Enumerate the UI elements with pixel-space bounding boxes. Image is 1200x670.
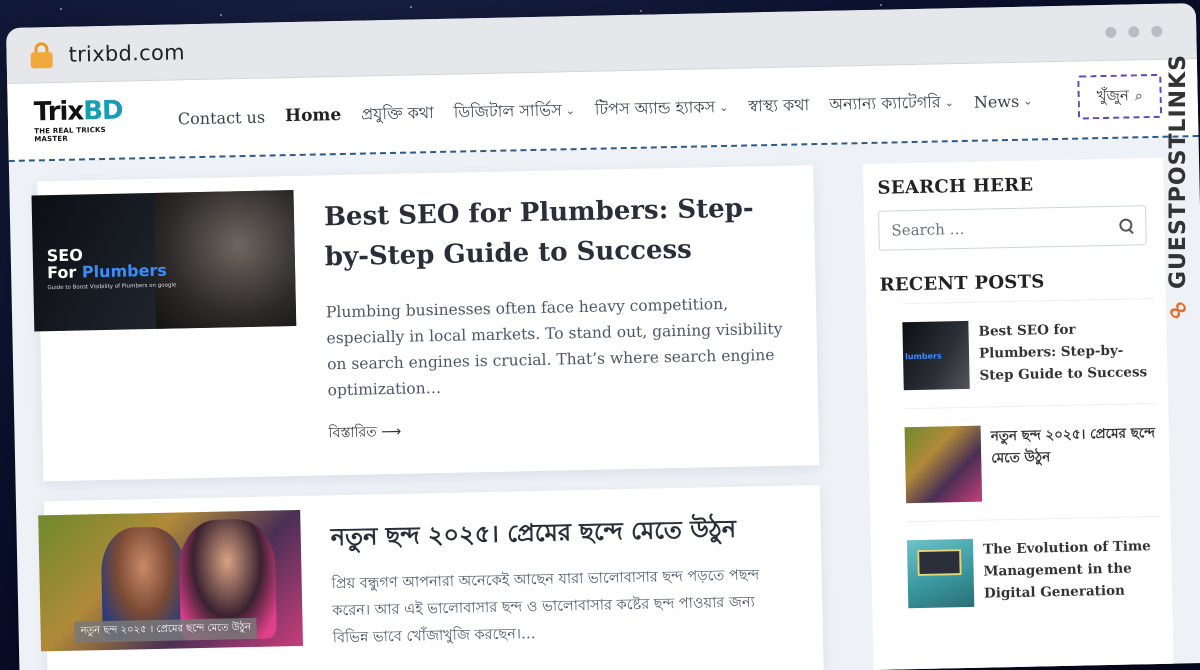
link-icon: ∞: [1159, 291, 1197, 329]
nav-item-technology[interactable]: প্রযুক্তি কথা: [361, 100, 434, 129]
nav-label: টিপস অ্যান্ড হ্যাকস: [594, 96, 716, 119]
recent-post-title[interactable]: Best SEO for Plumbers: Step-by-Step Guid…: [978, 317, 1155, 389]
watermark-text: GUESTPOSTLINKS: [1165, 54, 1191, 289]
star: [60, 8, 62, 10]
post-title[interactable]: Best SEO for Plumbers: Step-by-Step Guid…: [324, 188, 786, 278]
read-more-link[interactable]: বিস্তারিত ⟶: [328, 420, 401, 446]
arrow-right-icon: ⟶: [380, 423, 402, 441]
post-title[interactable]: নতুন ছন্দ ২০২৫। প্রেমের ছন্দে মেতে উঠুন: [330, 508, 791, 558]
nav-label: Home: [284, 105, 342, 127]
thumbnail-headline: SEO For Plumbers: [46, 245, 168, 283]
recent-post-thumbnail[interactable]: [906, 538, 975, 609]
thumbnail-photo: [153, 190, 297, 329]
thumbnail-caption: নতুন ছন্দ ২০২৫ । প্রেমের ছন্দে মেতে উঠুন: [74, 617, 258, 643]
sidebar-search-title: SEARCH HERE: [877, 174, 1034, 199]
nav-label: প্রযুক্তি কথা: [361, 102, 434, 124]
site-logo[interactable]: TrixBD THE REAL TRICKS MASTER: [33, 95, 131, 144]
recent-posts-list: lumbers Best SEO for Plumbers: Step-by-S…: [866, 298, 1173, 627]
chevron-down-icon: ⌄: [565, 103, 576, 117]
recent-post-item[interactable]: The Evolution of Time Management in the …: [906, 515, 1161, 627]
recent-posts-title: RECENT POSTS: [879, 271, 1045, 296]
thumbnail-text: lumbers: [904, 351, 942, 362]
window-dot[interactable]: [1151, 25, 1163, 38]
nav-item-health[interactable]: স্বাস্থ্য কথা: [748, 92, 809, 120]
nav-label: স্বাস্থ্য কথা: [748, 94, 810, 115]
search-button-label: খুঁজুন: [1096, 86, 1130, 105]
sidebar-search-input[interactable]: Search …: [878, 205, 1147, 251]
window-dot[interactable]: [1105, 26, 1117, 38]
url-text[interactable]: trixbd.com: [68, 40, 185, 66]
recent-post-thumbnail[interactable]: [904, 425, 983, 504]
chevron-down-icon: ⌄: [1023, 94, 1033, 108]
chevron-down-icon: ⌄: [944, 95, 954, 109]
recent-post-item[interactable]: নতুন ছন্দ ২০২৫। প্রেমের ছন্দে মেতে উঠুন: [904, 402, 1159, 522]
nav-label: অন্যান্য ক্যাটেগরি: [828, 91, 941, 114]
main-nav: Contact us Home প্রযুক্তি কথা ডিজিটাল সা…: [178, 87, 1033, 132]
nav-item-home[interactable]: Home: [285, 105, 342, 126]
post-thumbnail[interactable]: SEO For Plumbers Guide to Boost Visibilit…: [31, 190, 297, 332]
logo-main-text: Trix: [33, 96, 84, 128]
window-controls: [1105, 25, 1163, 38]
post-excerpt: প্রিয় বন্ধুগণ আপনারা অনেকেই আছেন যারা ভ…: [331, 567, 760, 647]
header-search-button[interactable]: খুঁজুন ⌕: [1077, 73, 1163, 120]
star: [220, 14, 222, 16]
nav-item-contact[interactable]: Contact us: [178, 107, 266, 128]
nav-item-news[interactable]: News ⌄: [974, 91, 1033, 111]
logo-tagline: THE REAL TRICKS MASTER: [34, 125, 106, 144]
star: [640, 10, 642, 12]
star: [880, 4, 882, 6]
nav-label: Contact us: [177, 107, 266, 128]
nav-item-other-categories[interactable]: অন্যান্য ক্যাটেগরি ⌄: [829, 89, 954, 119]
nav-label: ডিজিটাল সার্ভিস: [453, 99, 562, 122]
nav-label: News: [973, 91, 1020, 112]
post-thumbnail[interactable]: নতুন ছন্দ ২০২৫ । প্রেমের ছন্দে মেতে উঠুন: [38, 509, 304, 652]
search-icon: ⌕: [1134, 88, 1143, 105]
post-card: নতুন ছন্দ ২০২৫ । প্রেমের ছন্দে মেতে উঠুন…: [38, 485, 824, 670]
nav-item-tips-hacks[interactable]: টিপস অ্যান্ড হ্যাকস ⌄: [595, 93, 729, 123]
main-content: SEO For Plumbers Guide to Boost Visibilit…: [9, 137, 1200, 670]
recent-post-item[interactable]: lumbers Best SEO for Plumbers: Step-by-S…: [901, 298, 1157, 409]
recent-post-title[interactable]: নতুন ছন্দ ২০২৫। প্রেমের ছন্দে মেতে উঠুন: [991, 422, 1159, 501]
logo-accent-text: BD: [82, 95, 123, 127]
post-excerpt: Plumbing businesses often face heavy com…: [325, 294, 783, 400]
post-card: SEO For Plumbers Guide to Boost Visibilit…: [31, 165, 820, 482]
search-placeholder: Search …: [891, 219, 965, 240]
star: [410, 6, 412, 8]
window-dot[interactable]: [1128, 26, 1140, 38]
recent-post-thumbnail[interactable]: lumbers: [902, 320, 970, 391]
browser-window: trixbd.com TrixBD THE REAL TRICKS MASTER…: [6, 3, 1200, 670]
nav-item-digital-service[interactable]: ডিজিটাল সার্ভিস ⌄: [454, 97, 576, 127]
search-icon[interactable]: [1119, 218, 1133, 232]
sidebar: SEARCH HERE Search … RECENT POSTS lumber…: [863, 157, 1174, 670]
chevron-down-icon: ⌄: [718, 100, 729, 114]
lock-icon: [30, 41, 53, 68]
watermark: GUESTPOSTLINKS ∞: [1159, 54, 1197, 354]
read-more-label: বিস্তারিত: [328, 424, 377, 442]
recent-post-title[interactable]: The Evolution of Time Management in the …: [983, 535, 1160, 607]
